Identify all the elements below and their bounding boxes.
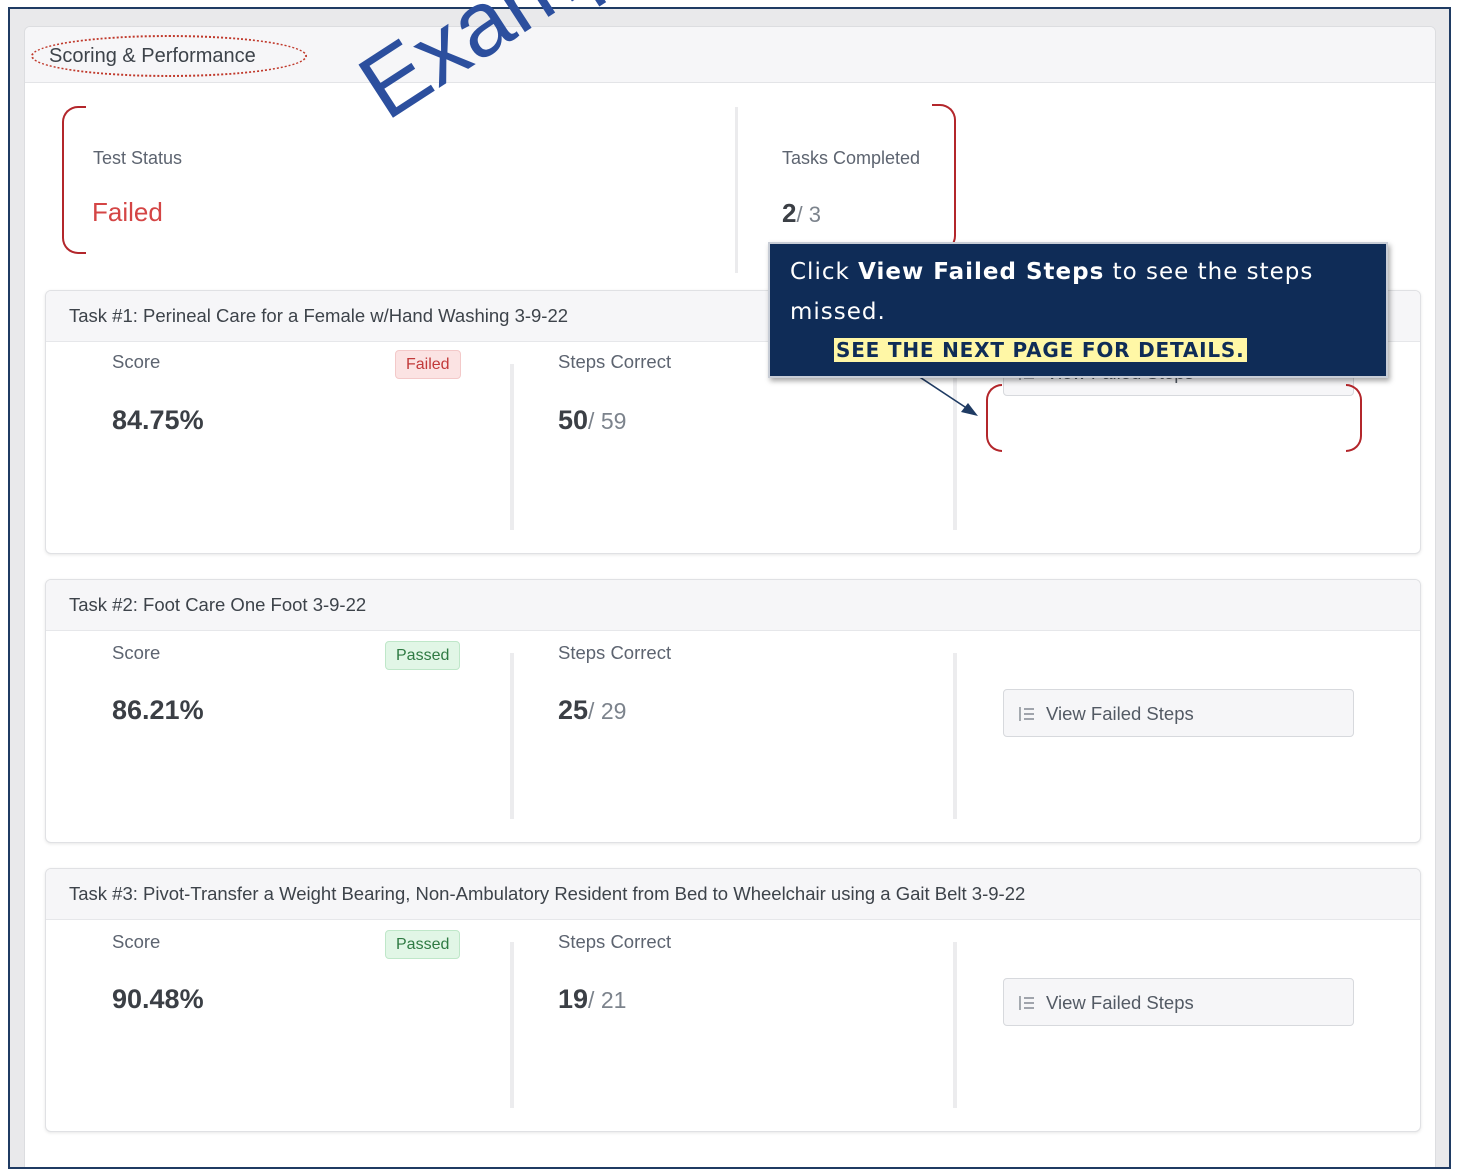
callout-line-2: missed. xyxy=(790,299,886,325)
instruction-callout: Click View Failed Steps to see the steps… xyxy=(768,242,1388,378)
button-left-bracket xyxy=(986,384,1002,452)
callout-line-1: Click View Failed Steps to see the steps xyxy=(790,259,1313,285)
score-value: 90.48% xyxy=(112,984,204,1014)
scoring-performance-card: Scoring & Performance Test Status Failed… xyxy=(24,26,1436,1167)
view-failed-steps-button[interactable]: View Failed Steps xyxy=(1003,978,1354,1026)
steps-correct-value: 25/ 29 xyxy=(558,695,626,726)
steps-correct-label: Steps Correct xyxy=(558,351,672,372)
task-title: Task #3: Pivot-Transfer a Weight Bearing… xyxy=(69,883,1026,904)
card-header: Scoring & Performance xyxy=(25,27,1435,83)
view-failed-steps-button[interactable]: View Failed Steps xyxy=(1003,689,1354,737)
status-badge: Failed xyxy=(395,350,461,379)
column-divider xyxy=(953,653,957,819)
summary-left-bracket xyxy=(62,106,86,254)
steps-total: / 29 xyxy=(588,698,627,724)
steps-correct-value: 19/ 21 xyxy=(558,984,626,1015)
test-status-value: Failed xyxy=(92,197,163,227)
summary-divider xyxy=(735,107,738,273)
task-card-3: Task #3: Pivot-Transfer a Weight Bearing… xyxy=(45,868,1421,1132)
tasks-completed-label: Tasks Completed xyxy=(782,148,921,168)
test-status-label: Test Status xyxy=(93,148,183,168)
steps-correct-count: 25 xyxy=(558,695,589,725)
task-header: Task #3: Pivot-Transfer a Weight Bearing… xyxy=(46,869,1420,920)
view-failed-steps-label: View Failed Steps xyxy=(1046,992,1194,1013)
column-divider xyxy=(510,942,514,1108)
steps-correct-count: 50 xyxy=(558,405,589,435)
steps-correct-value: 50/ 59 xyxy=(558,405,626,436)
list-numbered-icon xyxy=(1019,996,1034,1010)
task-title: Task #2: Foot Care One Foot 3-9-22 xyxy=(69,594,367,615)
score-value: 84.75% xyxy=(112,405,204,435)
view-failed-steps-label: View Failed Steps xyxy=(1046,703,1194,724)
list-numbered-icon xyxy=(1019,707,1034,721)
task-title: Task #1: Perineal Care for a Female w/Ha… xyxy=(69,305,569,326)
steps-correct-count: 19 xyxy=(558,984,589,1014)
steps-total: / 59 xyxy=(588,408,627,434)
title-highlight-ellipse xyxy=(31,35,307,77)
callout-highlight: SEE THE NEXT PAGE FOR DETAILS. xyxy=(834,338,1247,362)
tasks-completed-value: 2/ 3 xyxy=(782,198,821,229)
callout-text-pre: Click xyxy=(790,259,859,285)
callout-text-bold: View Failed Steps xyxy=(858,259,1105,285)
tasks-completed-count: 2 xyxy=(782,198,797,228)
status-badge: Passed xyxy=(385,641,461,670)
score-value: 86.21% xyxy=(112,695,204,725)
column-divider xyxy=(953,942,957,1108)
steps-correct-label: Steps Correct xyxy=(558,931,672,952)
tasks-completed-total: / 3 xyxy=(796,202,821,227)
screenshot-frame: Scoring & Performance Test Status Failed… xyxy=(8,7,1451,1169)
summary-right-bracket xyxy=(932,104,956,252)
status-badge: Passed xyxy=(385,930,461,959)
column-divider xyxy=(510,364,514,530)
callout-text-post: to see the steps xyxy=(1104,259,1314,285)
steps-correct-label: Steps Correct xyxy=(558,642,672,663)
steps-total: / 21 xyxy=(588,987,627,1013)
column-divider xyxy=(510,653,514,819)
score-label: Score xyxy=(112,351,161,372)
score-label: Score xyxy=(112,931,161,952)
task-card-2: Task #2: Foot Care One Foot 3-9-22 Score… xyxy=(45,579,1421,843)
column-divider xyxy=(953,364,957,530)
task-header: Task #2: Foot Care One Foot 3-9-22 xyxy=(46,580,1420,631)
score-label: Score xyxy=(112,642,161,663)
button-right-bracket xyxy=(1346,384,1362,452)
